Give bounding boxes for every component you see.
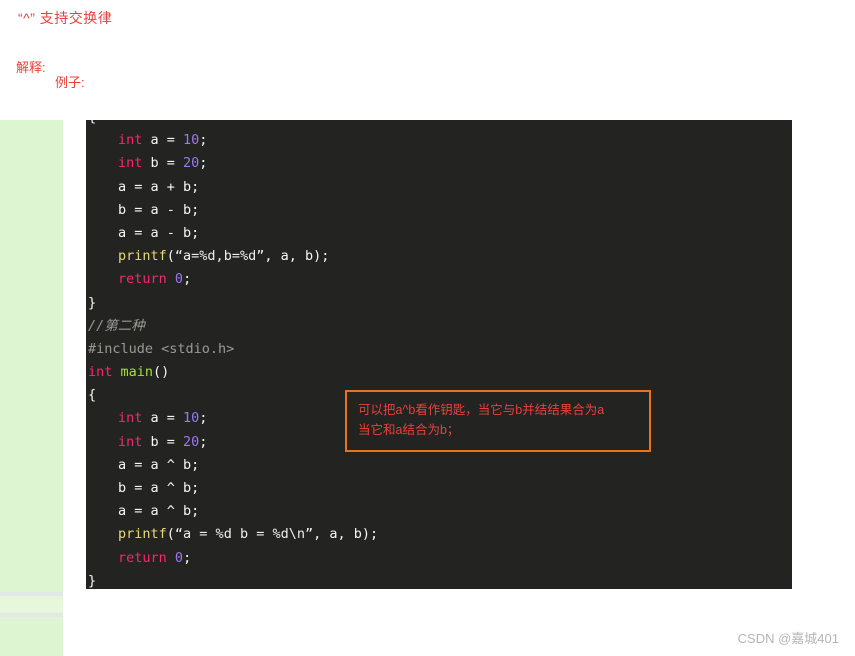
code-token: 0 (174, 549, 184, 566)
code-token: a = a + b; (118, 178, 200, 195)
code-token: ; (199, 155, 208, 172)
code-token: //第二种 (88, 317, 145, 334)
code-line: } (88, 292, 792, 315)
code-token: ; (183, 549, 192, 566)
code-line: int b = 20; (88, 152, 792, 175)
code-token: ; (199, 433, 208, 450)
code-token: ( (166, 526, 175, 543)
code-line: printf(“a=%d,b=%d”, a, b); (88, 245, 792, 268)
code-token: , a, b); (313, 526, 379, 543)
code-token: b = a - b; (118, 201, 200, 218)
code-token: ; (199, 132, 208, 149)
annotation-line-1: 可以把a^b看作钥匙，当它与b并结结果合为a (358, 403, 605, 417)
left-green-panel (0, 120, 63, 656)
code-token: 20 (183, 155, 200, 172)
code-line-clipped: { (88, 120, 792, 129)
code-line: a = a - b; (88, 222, 792, 245)
green-panel-divider-bottom (0, 613, 63, 617)
code-token: “a=%d,b=%d” (174, 248, 265, 265)
code-line: b = a ^ b; (88, 477, 792, 500)
code-line: b = a - b; (88, 199, 792, 222)
code-token: ; (199, 410, 208, 427)
code-token: 0 (174, 271, 184, 288)
code-token: } (88, 572, 97, 589)
code-token: int (118, 410, 143, 427)
code-token: 10 (183, 410, 200, 427)
code-block[interactable]: {int a = 10;int b = 20;a = a + b;b = a -… (86, 120, 792, 589)
code-token: printf (118, 248, 167, 265)
code-token: b = (142, 433, 184, 450)
code-token: a = (142, 132, 184, 149)
example-label: 例子: (55, 75, 85, 90)
code-line: } (88, 570, 792, 589)
code-line: return 0; (88, 268, 792, 291)
code-token: { (88, 387, 97, 404)
code-line: printf(“a = %d b = %d\n”, a, b); (88, 523, 792, 546)
explanation-label: 解释: (16, 60, 46, 75)
code-token: { (88, 120, 96, 125)
code-line: a = a ^ b; (88, 500, 792, 523)
code-token: b = a ^ b; (118, 480, 200, 496)
code-token: 10 (183, 132, 200, 149)
code-line: return 0; (88, 547, 792, 570)
code-token: int (88, 364, 113, 381)
code-token: int (118, 433, 143, 450)
annotation-line-2: 当它和a结合为b； (358, 423, 460, 437)
code-line: int main() (88, 361, 792, 384)
code-line: //第二种 (88, 315, 792, 338)
code-token: printf (118, 526, 167, 543)
code-token: a = a ^ b; (118, 503, 200, 520)
code-token: return (118, 271, 167, 288)
code-token: a = a - b; (118, 224, 200, 241)
code-token: b = (142, 155, 184, 172)
code-token: ; (183, 271, 192, 288)
code-token: “a = %d b = %d\n” (174, 526, 314, 543)
code-token: () (153, 364, 170, 381)
code-token: #include <stdio.h> (88, 340, 235, 357)
code-token: ( (166, 248, 175, 265)
code-line: #include <stdio.h> (88, 338, 792, 361)
code-token: 20 (183, 433, 200, 450)
annotation-callout: 可以把a^b看作钥匙，当它与b并结结果合为a 当它和a结合为b； (345, 390, 651, 452)
code-lines-container: {int a = 10;int b = 20;a = a + b;b = a -… (86, 120, 792, 589)
green-panel-divider-top (0, 592, 63, 596)
code-line: a = a ^ b; (88, 454, 792, 477)
watermark: CSDN @嘉城401 (737, 631, 839, 646)
code-token: } (88, 294, 97, 311)
code-token: main (120, 364, 154, 381)
code-token: int (118, 155, 143, 172)
code-token: a = a ^ b; (118, 456, 200, 473)
page-title: “^” 支持交换律 (18, 10, 113, 26)
code-token: a = (142, 410, 184, 427)
green-panel-band (0, 596, 63, 613)
code-token: int (118, 132, 143, 149)
code-line: int a = 10; (88, 129, 792, 152)
code-token: , a, b); (264, 248, 330, 265)
code-token: return (118, 549, 167, 566)
code-line: a = a + b; (88, 176, 792, 199)
